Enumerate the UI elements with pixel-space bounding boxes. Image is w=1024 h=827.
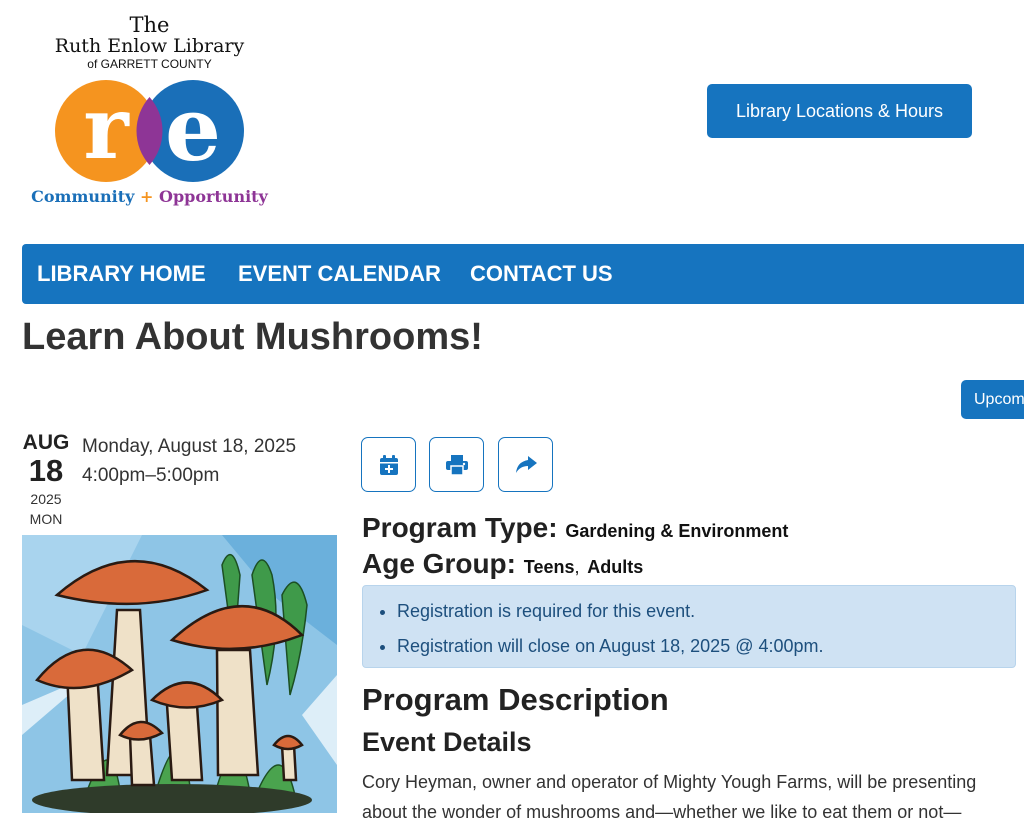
library-locations-hours-button[interactable]: Library Locations & Hours [707, 84, 972, 138]
program-type-row: Program Type: Gardening & Environment [362, 512, 788, 544]
share-button[interactable] [498, 437, 553, 492]
age-group-label: Age Group: [362, 548, 516, 579]
print-button[interactable] [429, 437, 484, 492]
date-day: 18 [28, 453, 64, 488]
logo-text-name: Ruth Enlow Library [54, 35, 245, 57]
print-icon [445, 454, 468, 475]
logo-mark: r e [55, 77, 244, 182]
program-type-label: Program Type: [362, 512, 558, 543]
registration-required-note: Registration is required for this event. [397, 594, 1015, 629]
svg-text:r: r [83, 78, 130, 179]
calendar-plus-icon [379, 454, 398, 475]
tagline-opportunity: Opportunity [159, 187, 268, 206]
svg-text:e: e [165, 77, 221, 181]
logo-text-the: The [129, 13, 170, 37]
nav-library-home[interactable]: LIBRARY HOME [37, 244, 206, 304]
library-logo[interactable]: The Ruth Enlow Library of GARRETT COUNTY… [22, 14, 277, 214]
logo-text-county: of GARRETT COUNTY [87, 57, 212, 71]
date-year: 2025 [30, 491, 62, 507]
nav-contact-us[interactable]: CONTACT US [470, 244, 613, 304]
logo-tagline: Community + Opportunity [22, 187, 277, 206]
add-to-calendar-button[interactable] [361, 437, 416, 492]
tagline-community: Community [31, 187, 135, 206]
tagline-plus: + [140, 187, 154, 206]
registration-notice: Registration is required for this event.… [362, 585, 1016, 668]
share-icon [515, 455, 537, 473]
age-group-adults[interactable]: Adults [587, 557, 643, 577]
date-weekday: MON [29, 511, 63, 527]
main-nav: LIBRARY HOME EVENT CALENDAR CONTACT US [22, 244, 1024, 304]
event-datetime: Monday, August 18, 2025 4:00pm–5:00pm [82, 432, 296, 490]
age-group-separator: , [574, 557, 580, 577]
event-date-full: Monday, August 18, 2025 [82, 436, 297, 457]
registration-close-note: Registration will close on August 18, 20… [397, 629, 1015, 664]
program-type-value[interactable]: Gardening & Environment [565, 521, 788, 541]
date-month: AUG [22, 431, 70, 454]
age-group-teens[interactable]: Teens [524, 557, 575, 577]
event-image-mushrooms [22, 535, 337, 813]
age-group-row: Age Group: Teens, Adults [362, 548, 643, 580]
event-date-badge: AUG 18 2025 MON [22, 431, 70, 529]
upcoming-events-button[interactable]: Upcoming Events [961, 380, 1024, 419]
page-title: Learn About Mushrooms! [22, 316, 483, 358]
event-details-heading: Event Details [362, 727, 532, 757]
program-description-heading: Program Description [362, 682, 669, 717]
event-description-text: Cory Heyman, owner and operator of Might… [362, 772, 977, 822]
event-time: 4:00pm–5:00pm [82, 465, 220, 486]
nav-event-calendar[interactable]: EVENT CALENDAR [238, 244, 441, 304]
